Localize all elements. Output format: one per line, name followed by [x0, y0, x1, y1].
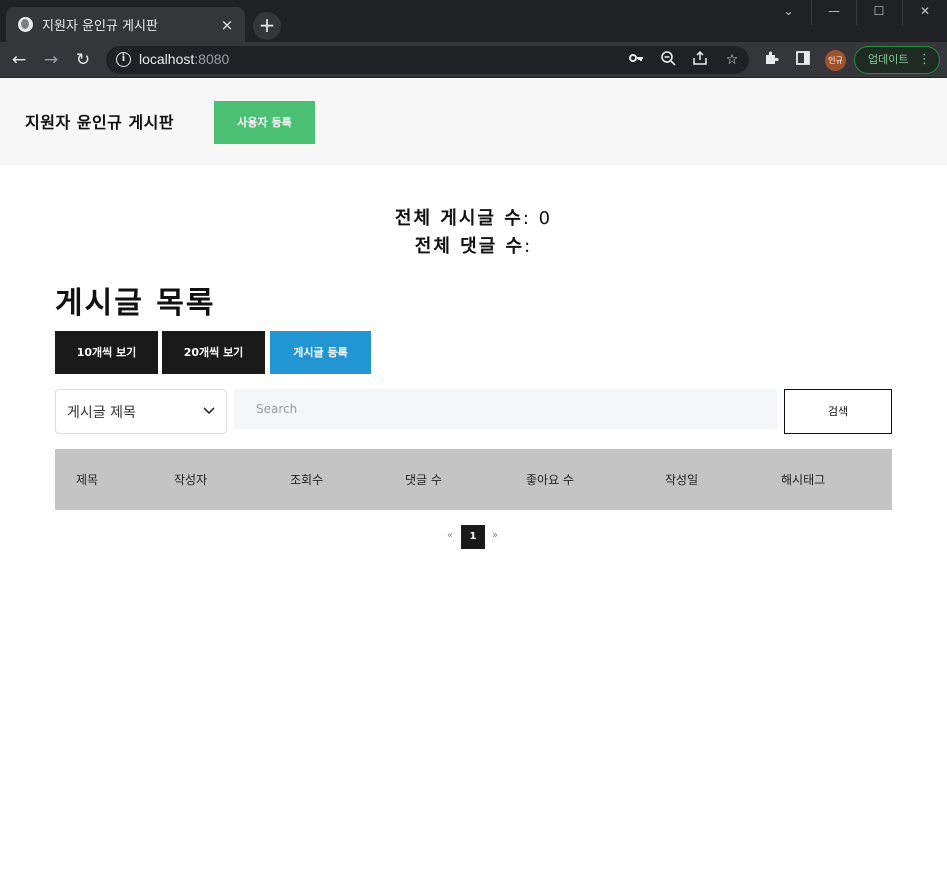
address-bar[interactable]: i localhost:8080 ☆ [106, 46, 749, 74]
stats-summary: 전체 게시글 수: 0 전체 댓글 수: [0, 205, 947, 261]
site-header: 지원자 윤인규 게시판 사용자 등록 [0, 79, 947, 165]
browser-toolbar: ← → ↻ i localhost:8080 ☆ 인규 업데이트 ⋮ [0, 42, 947, 78]
search-type-value: 게시글 제목 [67, 405, 136, 421]
search-input[interactable]: Search [234, 389, 777, 429]
column-header-title[interactable]: 제목 [76, 471, 98, 488]
key-icon[interactable] [626, 50, 646, 70]
pagination: « 1 » [0, 525, 947, 549]
total-comments-stat: 전체 댓글 수: [414, 236, 533, 257]
user-register-button[interactable]: 사용자 등록 [214, 101, 315, 144]
column-header-likes[interactable]: 좋아요 수 [526, 471, 574, 488]
close-tab-icon[interactable]: × [219, 16, 235, 34]
star-icon[interactable]: ☆ [722, 50, 742, 70]
column-header-hashtags[interactable]: 해시태그 [781, 471, 825, 488]
close-window-button[interactable]: ✕ [902, 0, 947, 25]
total-posts-stat: 전체 게시글 수: 0 [394, 208, 553, 229]
view-10-button[interactable]: 10개씩 보기 [55, 331, 158, 374]
url-text: localhost:8080 [139, 51, 230, 67]
puzzle-icon[interactable] [761, 50, 781, 70]
zoom-out-icon[interactable] [658, 50, 678, 70]
column-header-comments[interactable]: 댓글 수 [405, 471, 442, 488]
post-register-button[interactable]: 게시글 등록 [270, 331, 371, 374]
browser-tab[interactable]: 지원자 윤인규 게시판 × [6, 7, 245, 42]
prev-page-link[interactable]: « [447, 530, 453, 541]
new-tab-button[interactable]: + [253, 12, 281, 40]
sidepanel-icon[interactable] [793, 50, 813, 70]
column-header-author[interactable]: 작성자 [174, 471, 207, 488]
next-page-link[interactable]: » [492, 530, 498, 541]
globe-icon [18, 17, 33, 32]
table-header: 제목 작성자 조회수 댓글 수 좋아요 수 작성일 해시태그 [55, 449, 892, 510]
chevron-down-icon [203, 407, 215, 415]
page-1-link[interactable]: 1 [461, 525, 485, 549]
site-title[interactable]: 지원자 윤인규 게시판 [25, 109, 174, 133]
reload-icon[interactable]: ↻ [73, 50, 93, 70]
update-button[interactable]: 업데이트 ⋮ [854, 46, 940, 74]
view-20-button[interactable]: 20개씩 보기 [162, 331, 265, 374]
column-header-views[interactable]: 조회수 [290, 471, 323, 488]
page-title: 게시글 목록 [55, 286, 216, 321]
maximize-button[interactable]: ☐ [856, 0, 901, 25]
browser-tab-bar: 지원자 윤인규 게시판 × + ⌄ — ☐ ✕ [0, 0, 947, 42]
share-icon[interactable] [690, 50, 710, 70]
avatar[interactable]: 인규 [825, 50, 846, 71]
column-header-created[interactable]: 작성일 [665, 471, 698, 488]
search-type-select[interactable]: 게시글 제목 [55, 389, 227, 434]
more-icon[interactable]: ⋮ [918, 47, 931, 73]
minimize-button[interactable]: — [811, 0, 856, 25]
info-icon[interactable]: i [116, 52, 131, 67]
tab-search-icon[interactable]: ⌄ [766, 0, 811, 25]
tab-title: 지원자 윤인규 게시판 [42, 19, 158, 34]
search-button[interactable]: 검색 [784, 389, 892, 434]
forward-icon[interactable]: → [41, 50, 61, 70]
back-icon[interactable]: ← [9, 50, 29, 70]
